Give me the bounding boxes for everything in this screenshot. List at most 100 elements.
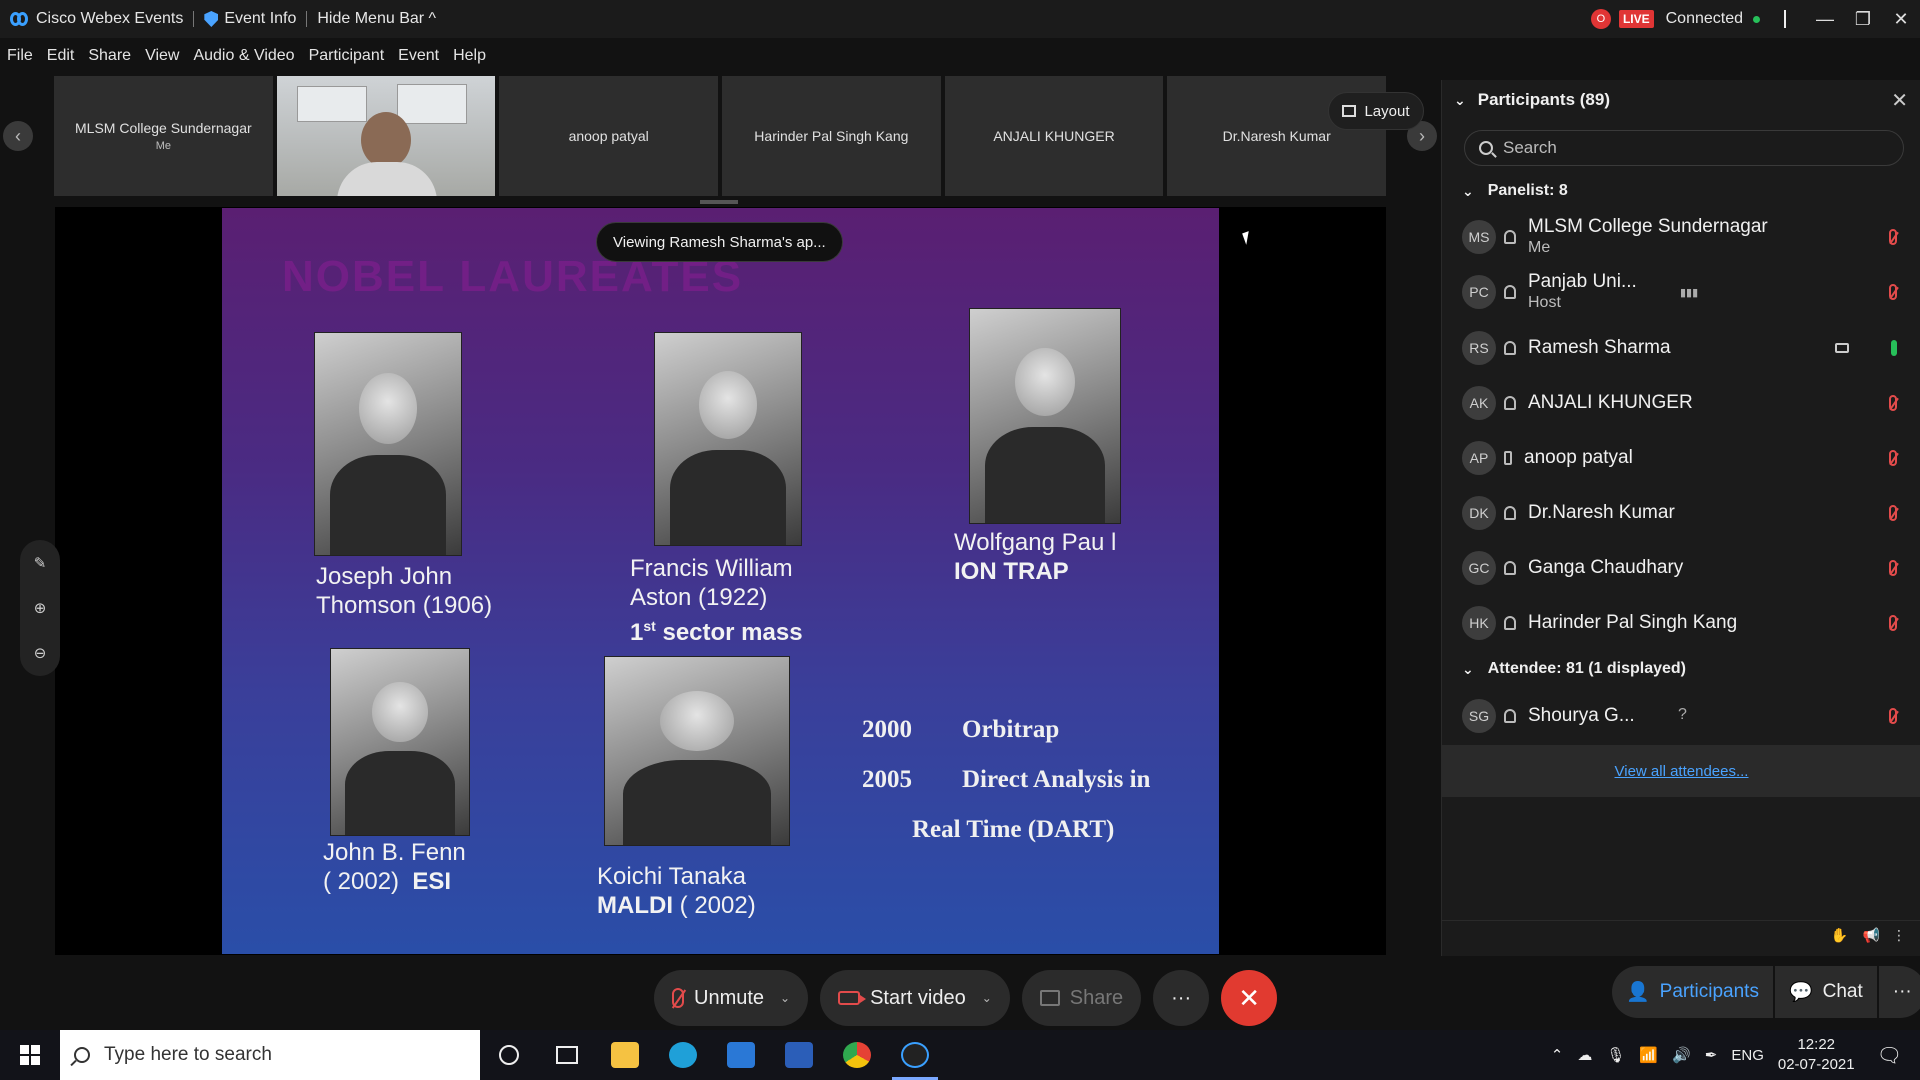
task-view-icon[interactable] — [538, 1030, 596, 1080]
participant-row[interactable]: PC Panjab Uni... Host ▮▮▮ — [1442, 268, 1920, 316]
chrome-icon[interactable] — [828, 1030, 886, 1080]
minimize-button[interactable]: — — [1806, 0, 1844, 38]
webex-logo-icon — [10, 12, 30, 26]
thumbnail-video-tile[interactable] — [276, 76, 496, 196]
event-info-button[interactable]: Event Info — [194, 10, 306, 28]
more-icon[interactable]: ⋮ — [1892, 927, 1906, 944]
menu-audio-video[interactable]: Audio & Video — [186, 47, 301, 65]
layout-button[interactable]: Layout — [1328, 92, 1424, 130]
strip-prev-button[interactable]: ‹ — [3, 121, 33, 151]
thumbnail-tile[interactable]: MLSM College Sundernagar Me — [54, 76, 273, 196]
word-icon[interactable] — [770, 1030, 828, 1080]
zoom-in-icon[interactable]: ⊕ — [34, 599, 47, 617]
pen-icon[interactable]: ✒ — [1705, 1046, 1718, 1064]
muted-mic-icon[interactable] — [1889, 615, 1897, 631]
recording-icon[interactable]: O — [1590, 9, 1611, 29]
clock[interactable]: 12:22 02-07-2021 — [1778, 1035, 1855, 1075]
muted-mic-icon[interactable] — [1889, 450, 1897, 466]
end-call-button[interactable]: ✕ — [1221, 970, 1278, 1026]
more-options-button[interactable]: ··· — [1153, 970, 1210, 1026]
view-all-attendees-link[interactable]: View all attendees... — [1442, 745, 1920, 797]
panelist-section-header[interactable]: ⌄ Panelist: 8 — [1462, 182, 1568, 200]
caption-fenn: John B. Fenn ( 2002) ESI — [323, 838, 466, 896]
announce-icon[interactable]: 📢 — [1863, 927, 1880, 944]
panel-footer: ✋ 📢 ⋮ — [1441, 920, 1920, 950]
wifi-icon[interactable]: 📶 — [1639, 1046, 1658, 1064]
audio-level-icon: ▮▮▮ — [1680, 287, 1699, 299]
muted-mic-icon[interactable] — [1889, 505, 1897, 521]
microphone-icon[interactable]: 🎙 — [1606, 1046, 1625, 1064]
caption-line: Thomson (1906) — [316, 592, 493, 619]
thumbnail-tile[interactable]: anoop patyal — [499, 76, 719, 196]
participant-row[interactable]: AP anoop patyal — [1442, 434, 1920, 482]
chevron-down-icon[interactable]: ⌄ — [982, 991, 992, 1005]
webex-taskbar-icon[interactable] — [886, 1030, 944, 1080]
chevron-down-icon[interactable]: ⌄ — [780, 991, 790, 1005]
participant-name: anoop patyal — [1524, 448, 1633, 468]
close-panel-icon[interactable]: ✕ — [1891, 88, 1908, 113]
edge-icon[interactable] — [654, 1030, 712, 1080]
tab-more[interactable]: ··· — [1878, 966, 1920, 1018]
start-video-button[interactable]: Start video ⌄ — [820, 970, 1010, 1026]
chevron-down-icon[interactable]: ⌄ — [1454, 92, 1466, 109]
participant-row[interactable]: AK ANJALI KHUNGER — [1442, 379, 1920, 427]
tab-participants[interactable]: 👤 Participants — [1612, 966, 1773, 1018]
system-tray: ⌃ ☁ 🎙 📶 🔊 ✒ ENG 12:22 02-07-2021 🗨 — [1551, 1030, 1920, 1080]
thumbnail-name: Harinder Pal Singh Kang — [754, 128, 909, 144]
cloud-icon[interactable]: ☁ — [1577, 1046, 1592, 1064]
windows-start-icon[interactable] — [20, 1045, 40, 1065]
cortana-icon[interactable] — [480, 1030, 538, 1080]
muted-mic-icon[interactable] — [1889, 560, 1897, 576]
menu-participant[interactable]: Participant — [302, 47, 392, 65]
menu-edit[interactable]: Edit — [40, 47, 82, 65]
muted-mic-icon[interactable] — [1889, 708, 1897, 724]
taskbar-search-input[interactable]: Type here to search — [60, 1030, 480, 1080]
menu-view[interactable]: View — [138, 47, 186, 65]
caption-bold: sector mass — [655, 619, 803, 646]
volume-icon[interactable]: 🔊 — [1672, 1046, 1691, 1064]
menu-event[interactable]: Event — [391, 47, 446, 65]
muted-mic-icon[interactable] — [1889, 395, 1897, 411]
raise-hand-icon[interactable]: ✋ — [1831, 927, 1848, 944]
notifications-icon[interactable]: 🗨 — [1877, 1043, 1902, 1068]
thumbnail-tile[interactable]: Harinder Pal Singh Kang — [722, 76, 941, 196]
mail-icon[interactable] — [712, 1030, 770, 1080]
close-window-button[interactable]: ✕ — [1882, 0, 1920, 38]
menu-help[interactable]: Help — [446, 47, 493, 65]
caption-line: Wolfgang Pau l — [954, 529, 1117, 556]
hide-menu-bar-button[interactable]: Hide Menu Bar ^ — [307, 10, 446, 28]
menu-share[interactable]: Share — [81, 47, 138, 65]
attendee-section-header[interactable]: ⌄ Attendee: 81 (1 displayed) — [1462, 660, 1686, 678]
unmute-button[interactable]: Unmute ⌄ — [654, 970, 809, 1026]
share-button[interactable]: Share — [1021, 970, 1142, 1026]
annotation-toolbar: ✎ ⊕ ⊖ — [20, 540, 60, 676]
live-badge: LIVE — [1618, 10, 1654, 28]
file-explorer-icon[interactable] — [596, 1030, 654, 1080]
muted-mic-icon[interactable] — [1889, 229, 1897, 245]
menu-file[interactable]: File — [0, 47, 40, 65]
avatar: PC — [1462, 275, 1496, 309]
participant-row[interactable]: GC Ganga Chaudhary — [1442, 544, 1920, 592]
hide-menu-label: Hide Menu Bar ^ — [317, 10, 437, 27]
participant-row[interactable]: DK Dr.Naresh Kumar — [1442, 489, 1920, 537]
participant-search-input[interactable]: Search — [1464, 130, 1904, 166]
mic-active-icon[interactable] — [1891, 340, 1897, 356]
attendee-row[interactable]: SG Shourya G... ? — [1442, 692, 1920, 740]
zoom-out-icon[interactable]: ⊖ — [34, 644, 47, 662]
restore-button[interactable]: ❐ — [1844, 0, 1882, 38]
language-indicator[interactable]: ENG — [1731, 1047, 1764, 1064]
participant-row[interactable]: HK Harinder Pal Singh Kang — [1442, 599, 1920, 647]
muted-mic-icon[interactable] — [1889, 284, 1897, 300]
resize-handle[interactable] — [700, 200, 738, 204]
video-background-frame — [396, 84, 467, 124]
participant-name-text: Panjab Uni... — [1528, 270, 1637, 292]
avatar: HK — [1462, 606, 1496, 640]
participant-row[interactable]: RS Ramesh Sharma — [1442, 324, 1920, 372]
title-bar: Cisco Webex Events Event Info Hide Menu … — [0, 0, 1920, 38]
tab-chat[interactable]: 💬 Chat — [1774, 966, 1877, 1018]
tab-chat-label: Chat — [1822, 981, 1863, 1002]
thumbnail-tile[interactable]: ANJALI KHUNGER — [944, 76, 1164, 196]
participant-row[interactable]: MS MLSM College Sundernagar Me — [1442, 213, 1920, 261]
annotate-icon[interactable]: ✎ — [34, 554, 47, 572]
chevron-up-icon[interactable]: ⌃ — [1551, 1046, 1564, 1064]
